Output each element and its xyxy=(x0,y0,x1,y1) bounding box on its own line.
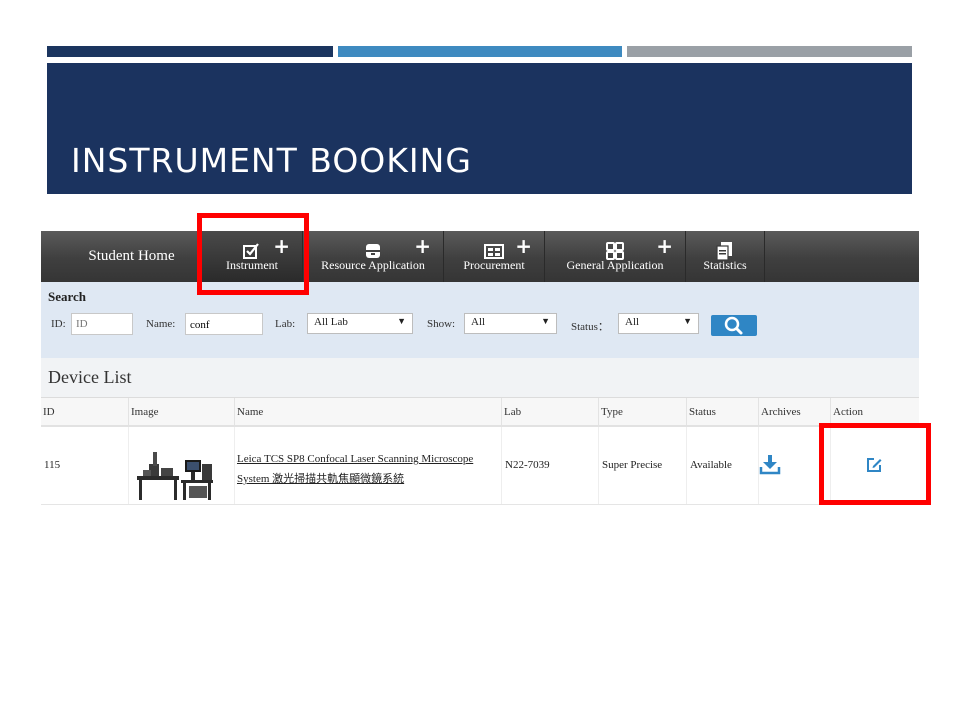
device-name-link[interactable]: Leica TCS SP8 Confocal Laser Scanning Mi… xyxy=(237,449,495,489)
nav-procurement-label: Procurement xyxy=(463,258,525,272)
device-lab: N22-7039 xyxy=(505,459,550,471)
id-label: ID: xyxy=(51,318,66,330)
col-archives: Archives xyxy=(759,398,831,425)
col-status: Status xyxy=(687,398,759,425)
id-input[interactable] xyxy=(71,313,133,335)
caret-down-icon: ▼ xyxy=(541,316,550,326)
plus-icon: + xyxy=(656,234,673,258)
table-header: ID Image Name Lab Type Status Archives A… xyxy=(41,398,919,427)
device-id: 115 xyxy=(44,459,61,471)
search-panel: Search ID: Name: conf Lab: All Lab ▼ Sho… xyxy=(41,282,919,359)
plus-icon: + xyxy=(414,234,431,258)
microscope-image[interactable] xyxy=(131,430,217,502)
cell-image xyxy=(129,427,235,504)
download-icon[interactable] xyxy=(759,453,781,475)
nav-student-home[interactable]: Student Home xyxy=(41,231,202,282)
highlight-action xyxy=(819,423,931,505)
col-id: ID xyxy=(41,398,129,425)
search-button[interactable] xyxy=(711,315,757,336)
lab-label: Lab: xyxy=(275,318,296,330)
nav-resource-label: Resource Application xyxy=(321,258,425,272)
nav-student-home-label: Student Home xyxy=(88,248,175,264)
show-select[interactable]: All ▼ xyxy=(464,313,557,334)
search-title: Search xyxy=(48,289,87,304)
col-image: Image xyxy=(129,398,235,425)
table-row: 115 Leica TCS SP8 Confocal Laser Scannin… xyxy=(41,427,919,505)
nav-bar: Student Home + Instrument + Resource App… xyxy=(41,231,919,282)
name-label: Name: xyxy=(146,318,176,330)
device-list-title: Device List xyxy=(48,367,132,387)
col-action: Action xyxy=(833,406,863,418)
status-select-value: All xyxy=(625,316,640,328)
top-bar-gray xyxy=(627,46,912,57)
cell-type: Super Precise xyxy=(599,427,687,504)
lab-select-value: All Lab xyxy=(314,316,348,328)
highlight-instrument xyxy=(197,213,309,295)
device-status: Available xyxy=(690,459,732,471)
col-type: Type xyxy=(599,398,687,425)
nav-statistics[interactable]: Statistics xyxy=(686,231,765,282)
col-lab: Lab xyxy=(502,398,599,425)
device-name-line2: System 激光掃描共軌焦顯微鏡系統 xyxy=(237,473,405,485)
col-name: Name xyxy=(235,398,502,425)
top-bar-blue xyxy=(338,46,622,57)
search-icon xyxy=(724,316,743,335)
caret-down-icon: ▼ xyxy=(683,316,692,326)
booking-app: Student Home + Instrument + Resource App… xyxy=(41,231,919,505)
nav-general-application[interactable]: + General Application xyxy=(545,231,686,282)
title-banner: INSTRUMENT BOOKING xyxy=(47,63,912,194)
status-label: Status： xyxy=(571,321,609,333)
nav-resource-application[interactable]: + Resource Application xyxy=(303,231,444,282)
cell-id: 115 xyxy=(41,427,129,504)
cell-lab: N22-7039 xyxy=(502,427,599,504)
show-select-value: All xyxy=(471,316,486,328)
name-input[interactable]: conf xyxy=(185,313,263,335)
lab-select[interactable]: All Lab ▼ xyxy=(307,313,413,334)
cell-status: Available xyxy=(687,427,759,504)
caret-down-icon: ▼ xyxy=(397,316,406,326)
device-name-line1: Leica TCS SP8 Confocal Laser Scanning Mi… xyxy=(237,453,474,465)
nav-statistics-label: Statistics xyxy=(703,258,747,272)
nav-procurement[interactable]: + Procurement xyxy=(444,231,545,282)
device-type: Super Precise xyxy=(602,459,663,471)
device-list-header: Device List xyxy=(41,358,919,398)
plus-icon: + xyxy=(515,234,532,258)
nav-general-label: General Application xyxy=(566,258,664,272)
slide-title: INSTRUMENT BOOKING xyxy=(71,141,472,180)
cell-name: Leica TCS SP8 Confocal Laser Scanning Mi… xyxy=(235,427,502,504)
top-bar-dark xyxy=(47,46,333,57)
show-label: Show: xyxy=(427,318,456,330)
status-select[interactable]: All ▼ xyxy=(618,313,699,334)
